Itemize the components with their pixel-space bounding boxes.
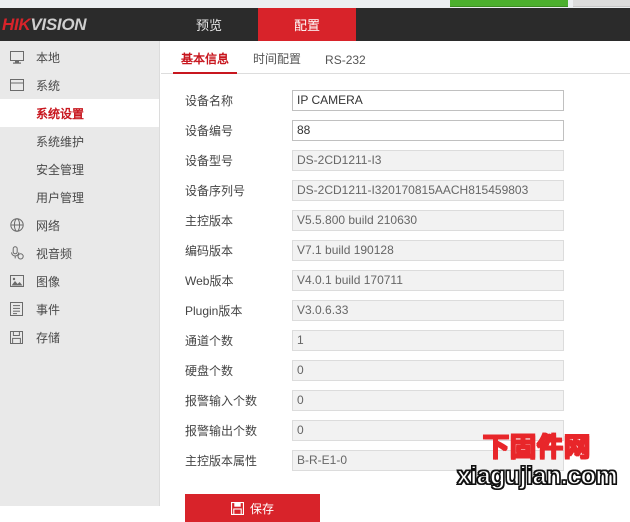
form-row-alarm-output-count: 报警输出个数	[161, 418, 630, 442]
sidebar-item-image[interactable]: 图像	[0, 267, 159, 295]
channel-count-input	[292, 329, 564, 351]
label-device-model: 设备型号	[185, 153, 234, 168]
sidebar-item-video-audio[interactable]: 视音频	[0, 239, 159, 267]
image-icon	[10, 273, 32, 289]
label-firmware-version: 主控版本	[185, 213, 234, 228]
sidebar-item-label: 本地	[36, 50, 61, 65]
sidebar-item-label: 网络	[36, 218, 61, 233]
form-row-device-model: 设备型号	[161, 148, 630, 172]
form-row-encoding-version: 编码版本	[161, 238, 630, 262]
content-area: 基本信息 时间配置 RS-232 设备名称 设备编号 设备型号 设备序列号 主控…	[161, 41, 630, 522]
monitor-icon	[10, 49, 32, 65]
device-serial-number-input	[292, 179, 564, 201]
form-row-channel-count: 通道个数	[161, 328, 630, 352]
event-list-icon	[10, 301, 32, 317]
form-row-device-serial-number: 设备序列号	[161, 178, 630, 202]
green-progress-fragment	[450, 0, 568, 7]
top-navigation-bar: HIK VISION 预览 配置	[0, 8, 630, 41]
label-hdd-count: 硬盘个数	[185, 363, 234, 378]
sidebar: 本地 系统 系统设置 系统维护 安全管理 用户管理 网络 视音频 图像 事件 存…	[0, 41, 160, 506]
sidebar-item-system-settings[interactable]: 系统设置	[0, 99, 159, 127]
nav-tab-preview[interactable]: 预览	[160, 8, 258, 41]
label-alarm-input-count: 报警输入个数	[185, 393, 258, 408]
logo-text-vision: VISION	[30, 14, 87, 34]
audio-video-icon	[10, 245, 32, 261]
alarm-input-count-input	[292, 389, 564, 411]
sidebar-item-label: 图像	[36, 274, 61, 289]
save-button[interactable]: 保存	[185, 494, 320, 522]
globe-icon	[10, 217, 32, 233]
encoding-version-input	[292, 239, 564, 261]
basic-info-form: 设备名称 设备编号 设备型号 设备序列号 主控版本 编码版本 Web版本	[161, 74, 630, 522]
gray-button-fragment	[573, 0, 630, 7]
label-plugin-version: Plugin版本	[185, 303, 243, 318]
content-tab-bar: 基本信息 时间配置 RS-232	[161, 41, 630, 74]
tab-time-settings[interactable]: 时间配置	[241, 50, 313, 73]
logo-text-hik: HIK	[2, 14, 31, 34]
label-device-name: 设备名称	[185, 93, 234, 108]
form-row-web-version: Web版本	[161, 268, 630, 292]
hikvision-logo: HIK VISION	[0, 8, 160, 41]
nav-tab-configuration[interactable]: 配置	[258, 8, 356, 41]
form-row-device-name: 设备名称	[161, 88, 630, 112]
form-row-firmware-version-property: 主控版本属性	[161, 448, 630, 472]
plugin-version-input	[292, 299, 564, 321]
sidebar-item-network[interactable]: 网络	[0, 211, 159, 239]
hdd-count-input	[292, 359, 564, 381]
sidebar-item-label: 存储	[36, 330, 61, 345]
web-version-input	[292, 269, 564, 291]
system-window-icon	[10, 77, 32, 93]
sidebar-item-system[interactable]: 系统	[0, 71, 159, 99]
form-row-hdd-count: 硬盘个数	[161, 358, 630, 382]
nav-tabs: 预览 配置	[160, 8, 356, 41]
form-row-firmware-version: 主控版本	[161, 208, 630, 232]
label-encoding-version: 编码版本	[185, 243, 234, 258]
browser-chrome-sliver	[0, 0, 630, 8]
label-web-version: Web版本	[185, 273, 234, 288]
storage-disk-icon	[10, 329, 32, 345]
sidebar-item-local[interactable]: 本地	[0, 43, 159, 71]
alarm-output-count-input	[292, 419, 564, 441]
tab-basic-info[interactable]: 基本信息	[169, 50, 241, 74]
form-actions: 保存	[161, 478, 630, 522]
sidebar-item-system-maintenance[interactable]: 系统维护	[0, 127, 159, 155]
device-name-input[interactable]	[292, 89, 564, 111]
firmware-version-input	[292, 209, 564, 231]
save-button-label: 保存	[249, 501, 274, 516]
sidebar-item-event[interactable]: 事件	[0, 295, 159, 323]
sidebar-item-storage[interactable]: 存储	[0, 323, 159, 351]
sidebar-item-label: 事件	[36, 302, 61, 317]
label-firmware-version-property: 主控版本属性	[185, 453, 258, 468]
firmware-version-property-input	[292, 449, 564, 471]
form-row-alarm-input-count: 报警输入个数	[161, 388, 630, 412]
sidebar-item-label: 系统	[36, 78, 61, 93]
device-number-input[interactable]	[292, 119, 564, 141]
device-model-input	[292, 149, 564, 171]
form-row-device-number: 设备编号	[161, 118, 630, 142]
save-floppy-icon	[230, 501, 244, 515]
label-device-number: 设备编号	[185, 123, 234, 138]
label-channel-count: 通道个数	[185, 333, 234, 348]
sidebar-item-security-management[interactable]: 安全管理	[0, 155, 159, 183]
tab-rs232[interactable]: RS-232	[313, 53, 378, 73]
sidebar-item-user-management[interactable]: 用户管理	[0, 183, 159, 211]
label-alarm-output-count: 报警输出个数	[185, 423, 258, 438]
sidebar-item-label: 视音频	[36, 246, 73, 261]
label-device-serial-number: 设备序列号	[185, 183, 246, 198]
form-row-plugin-version: Plugin版本	[161, 298, 630, 322]
